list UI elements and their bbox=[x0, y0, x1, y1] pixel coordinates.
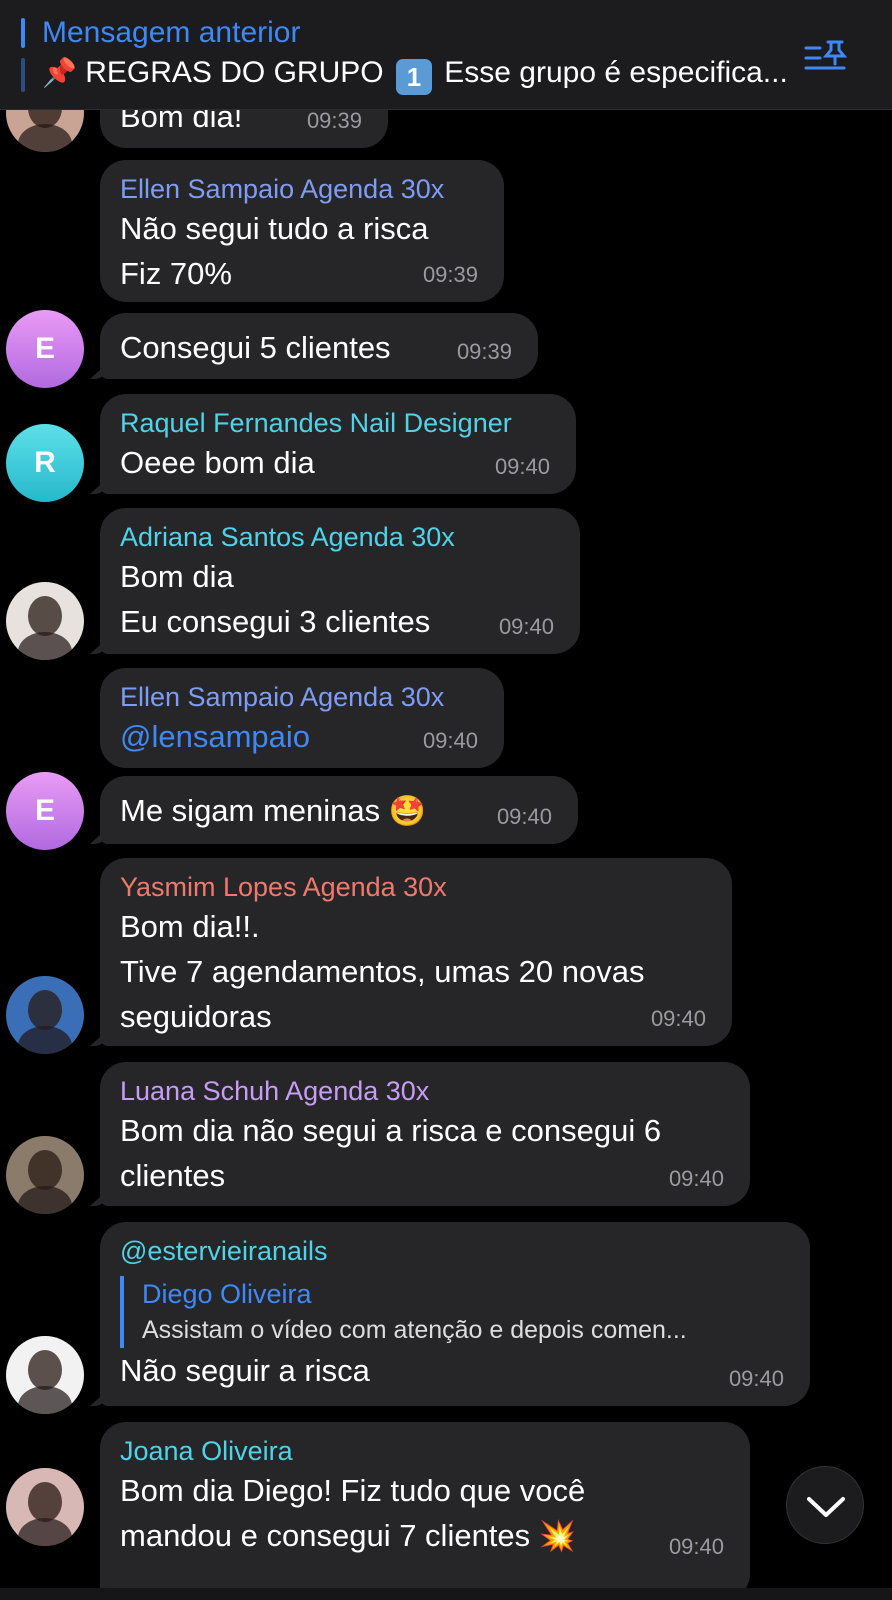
avatar[interactable] bbox=[6, 976, 84, 1054]
avatar[interactable] bbox=[6, 582, 84, 660]
sender-name[interactable]: Adriana Santos Agenda 30x bbox=[120, 520, 560, 554]
message-text: Tive 7 agendamentos, umas 20 novas bbox=[120, 954, 645, 989]
message-time: 09:40 bbox=[496, 804, 552, 829]
message-time: 09:40 bbox=[668, 1166, 724, 1191]
message-bubble[interactable]: Yasmim Lopes Agenda 30x Bom dia!!. Tive … bbox=[100, 858, 732, 1046]
pinned-indicator bbox=[21, 58, 25, 92]
message-time: 09:39 bbox=[456, 339, 512, 364]
pinned-title: Mensagem anterior bbox=[42, 16, 301, 49]
message-text: Eu consegui 3 clientes bbox=[120, 604, 431, 639]
message-time: 09:40 bbox=[422, 728, 478, 753]
avatar-initial: E bbox=[34, 794, 55, 827]
sender-name[interactable]: Yasmim Lopes Agenda 30x bbox=[120, 870, 712, 904]
avatar[interactable] bbox=[6, 1468, 84, 1546]
message-text: Bom dia não segui a risca e consegui 6 bbox=[120, 1113, 662, 1148]
sender-name[interactable]: Joana Oliveira bbox=[120, 1434, 730, 1468]
message-text: Oeee bom dia bbox=[120, 445, 315, 480]
message-text: mandou e consegui 7 clientes bbox=[120, 1518, 531, 1553]
message-bubble[interactable]: Luana Schuh Agenda 30x Bom dia não segui… bbox=[100, 1062, 750, 1206]
message-text: Não seguir a risca bbox=[120, 1353, 370, 1388]
message-text: Bom dia!!. bbox=[120, 909, 260, 944]
keycap-one-icon: 1 bbox=[395, 59, 432, 95]
avatar-initial: E bbox=[34, 332, 55, 365]
message-time: 09:39 bbox=[306, 108, 362, 133]
message-text: seguidoras bbox=[120, 999, 272, 1034]
chat-area: Bom dia! 09:39 Ellen Sampaio Agenda 30x … bbox=[0, 0, 892, 1600]
message-bubble[interactable]: Raquel Fernandes Nail Designer Oeee bom … bbox=[100, 394, 576, 494]
avatar[interactable] bbox=[6, 1336, 84, 1414]
message-time: 09:40 bbox=[650, 1006, 706, 1031]
message-bubble[interactable]: Adriana Santos Agenda 30x Bom dia Eu con… bbox=[100, 508, 580, 654]
avatar-initial: R bbox=[34, 446, 56, 479]
message-text: Me sigam meninas bbox=[120, 793, 381, 828]
collision-emoji-icon: 💥 bbox=[538, 1520, 577, 1553]
message-bubble[interactable]: Joana Oliveira Bom dia Diego! Fiz tudo q… bbox=[100, 1422, 750, 1600]
message-bubble[interactable]: @estervieiranails Diego Oliveira Assista… bbox=[100, 1222, 810, 1406]
message-time: 09:40 bbox=[728, 1366, 784, 1391]
message-text: Bom dia Diego! Fiz tudo que você bbox=[120, 1473, 586, 1508]
pinned-text: 📌 REGRAS DO GRUPO 1 Esse grupo é especif… bbox=[42, 56, 812, 95]
message-text: Bom dia bbox=[120, 559, 234, 594]
avatar[interactable]: R bbox=[6, 424, 84, 502]
star-struck-emoji-icon: 🤩 bbox=[388, 795, 427, 828]
message-bubble[interactable]: Ellen Sampaio Agenda 30x @lensampaio 09:… bbox=[100, 668, 504, 768]
message-bubble[interactable]: Consegui 5 clientes 09:39 bbox=[100, 313, 538, 379]
sender-name[interactable]: @estervieiranails bbox=[120, 1234, 790, 1268]
message-time: 09:40 bbox=[494, 454, 550, 479]
message-line: Me sigam meninas 🤩 bbox=[120, 788, 558, 834]
message-time: 09:40 bbox=[668, 1534, 724, 1559]
input-bar-edge bbox=[0, 1588, 892, 1600]
sender-name[interactable]: Luana Schuh Agenda 30x bbox=[120, 1074, 730, 1108]
chevron-down-icon bbox=[807, 1497, 845, 1517]
message-time: 09:40 bbox=[498, 614, 554, 639]
scroll-down-button[interactable] bbox=[786, 1466, 864, 1544]
sender-name[interactable]: Ellen Sampaio Agenda 30x bbox=[120, 680, 484, 714]
message-time: 09:39 bbox=[422, 262, 478, 287]
pinned-indicator bbox=[21, 18, 25, 48]
pinned-list-icon[interactable] bbox=[804, 38, 848, 74]
pinned-message-bar[interactable]: Mensagem anterior 📌 REGRAS DO GRUPO 1 Es… bbox=[0, 0, 892, 110]
pushpin-emoji-icon: 📌 bbox=[42, 57, 77, 88]
message-bubble[interactable]: Me sigam meninas 🤩 09:40 bbox=[100, 776, 578, 844]
message-text: Não segui tudo a risca bbox=[120, 211, 429, 246]
sender-name[interactable]: Ellen Sampaio Agenda 30x bbox=[120, 172, 484, 206]
sender-name[interactable]: Raquel Fernandes Nail Designer bbox=[120, 406, 556, 440]
reply-sender: Diego Oliveira bbox=[142, 1279, 312, 1309]
reply-text: Assistam o vídeo com atenção e depois co… bbox=[142, 1316, 687, 1344]
message-bubble[interactable]: Ellen Sampaio Agenda 30x Não segui tudo … bbox=[100, 160, 504, 302]
avatar[interactable]: E bbox=[6, 310, 84, 388]
reply-quote[interactable]: Diego Oliveira Assistam o vídeo com aten… bbox=[120, 1276, 790, 1348]
avatar[interactable] bbox=[6, 1136, 84, 1214]
pinned-text-end: Esse grupo é especifica... bbox=[444, 56, 788, 89]
message-line: mandou e consegui 7 clientes 💥 bbox=[120, 1513, 730, 1559]
pinned-text-start: REGRAS DO GRUPO bbox=[85, 56, 384, 89]
message-text: clientes bbox=[120, 1158, 226, 1193]
avatar[interactable]: E bbox=[6, 772, 84, 850]
